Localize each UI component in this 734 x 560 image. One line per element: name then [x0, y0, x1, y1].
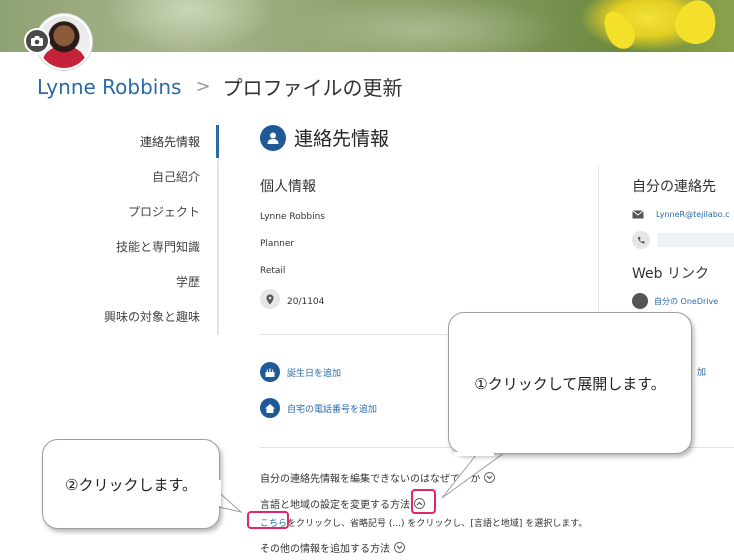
- callout-2-tail-join: [217, 480, 221, 506]
- personal-info-heading: 個人情報: [260, 179, 316, 195]
- sidenav-item-projects[interactable]: プロジェクト: [100, 195, 220, 230]
- highlight-here-link: [247, 511, 289, 529]
- sidenav-active-indicator: [216, 125, 219, 158]
- callout-step-2: ②クリックします。: [42, 439, 220, 529]
- cake-icon: [260, 362, 280, 382]
- faq-answer-text: をクリックし、省略記号 (...) をクリックし、[言語と地域] を選択します。: [287, 519, 588, 529]
- faq-add-info[interactable]: その他の情報を追加する方法: [260, 540, 405, 555]
- globe-icon: [632, 293, 648, 309]
- profile-sidenav: 連絡先情報 自己紹介 プロジェクト 技能と専門知識 学歴 興味の対象と趣味: [100, 125, 220, 335]
- sidenav-item-skills[interactable]: 技能と専門知識: [100, 230, 220, 265]
- sidenav-item-contact-info[interactable]: 連絡先情報: [100, 125, 220, 160]
- home-icon: [260, 398, 280, 418]
- profile-job-title: Planner: [260, 239, 295, 249]
- partial-add-link[interactable]: 加: [697, 365, 706, 378]
- section-header: 連絡先情報: [260, 124, 389, 151]
- flower-petal: [597, 6, 641, 54]
- callout-1-tail-join: [454, 452, 494, 456]
- add-home-phone-label: 自宅の電話番号を追加: [287, 404, 378, 415]
- onedrive-link[interactable]: 自分の OneDrive: [654, 296, 718, 307]
- breadcrumb: Lynne Robbins > プロファイルの更新: [37, 72, 403, 101]
- email-link[interactable]: LynneR@tejilabo.c: [656, 210, 729, 219]
- web-links-heading: Web リンク: [632, 266, 709, 282]
- contact-heading: 自分の連絡先: [632, 179, 716, 195]
- add-birthday-button[interactable]: 誕生日を追加: [260, 362, 341, 382]
- change-photo-button[interactable]: [24, 28, 50, 54]
- add-birthday-label: 誕生日を追加: [287, 368, 342, 379]
- faq-change-language-label: 言語と地域の設定を変更する方法: [260, 500, 410, 511]
- sidenav-item-interests[interactable]: 興味の対象と趣味: [100, 300, 220, 335]
- faq-add-info-label: その他の情報を追加する方法: [260, 544, 390, 555]
- mail-icon: [632, 210, 644, 219]
- sidenav-item-about-me[interactable]: 自己紹介: [100, 160, 220, 195]
- breadcrumb-user-link[interactable]: Lynne Robbins: [37, 75, 181, 99]
- flower-petal: [670, 0, 722, 49]
- office-location: 20/1104: [260, 289, 580, 309]
- faq-answer: こちらをクリックし、省略記号 (...) をクリックし、[言語と地域] を選択し…: [260, 516, 587, 529]
- location-pin-icon: [260, 289, 280, 309]
- profile-department: Retail: [260, 266, 286, 276]
- callout-step-1: ①クリックして展開します。: [448, 312, 692, 454]
- column-divider: [598, 165, 599, 313]
- callout-step-1-text: ①クリックして展開します。: [474, 374, 666, 393]
- onedrive-row: 自分の OneDrive: [632, 293, 734, 309]
- email-row: LynneR@tejilabo.c: [632, 210, 734, 219]
- personal-info-panel: 個人情報 Lynne Robbins Planner Retail 20/110…: [260, 176, 580, 309]
- phone-icon: [632, 231, 650, 249]
- faq-change-language[interactable]: 言語と地域の設定を変更する方法: [260, 496, 425, 511]
- callout-step-2-text: ②クリックします。: [65, 475, 197, 494]
- phone-number-redacted: [658, 233, 734, 247]
- profile-name: Lynne Robbins: [260, 212, 325, 222]
- phone-row: [632, 231, 734, 249]
- breadcrumb-separator: >: [195, 76, 211, 97]
- add-home-phone-button[interactable]: 自宅の電話番号を追加: [260, 398, 377, 418]
- section-title: 連絡先情報: [294, 128, 390, 150]
- chevron-down-icon: [394, 542, 405, 553]
- person-icon: [260, 124, 286, 151]
- office-number: 20/1104: [287, 297, 325, 307]
- page-title: プロファイルの更新: [222, 76, 403, 100]
- profile-banner: [0, 0, 734, 54]
- sidenav-item-education[interactable]: 学歴: [100, 265, 220, 300]
- camera-icon: [31, 36, 43, 46]
- contact-panel: 自分の連絡先 LynneR@tejilabo.c Web リンク 自分の One…: [632, 176, 734, 309]
